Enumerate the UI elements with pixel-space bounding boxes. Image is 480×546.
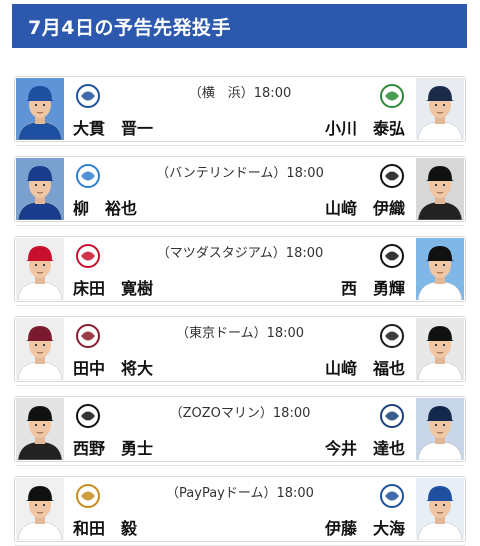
home-pitcher-name[interactable]: 西野 勇士 bbox=[73, 435, 153, 459]
game-card[interactable]: （マツダスタジアム）18:00 床田 寛樹 西 勇輝 bbox=[14, 236, 466, 306]
away-pitcher-name[interactable]: 小川 泰弘 bbox=[325, 115, 405, 139]
away-pitcher-photo bbox=[416, 318, 464, 380]
buffaloes-logo bbox=[377, 323, 407, 349]
lions-logo bbox=[377, 403, 407, 429]
game-card[interactable]: （ZOZOマリン）18:00 西野 勇士 今井 達也 bbox=[14, 396, 466, 466]
home-pitcher-name[interactable]: 田中 将大 bbox=[73, 355, 153, 379]
home-pitcher-name[interactable]: 柳 裕也 bbox=[73, 195, 137, 219]
away-pitcher-photo bbox=[416, 478, 464, 540]
away-pitcher-name[interactable]: 今井 達也 bbox=[325, 435, 405, 459]
away-pitcher-name[interactable]: 伊藤 大海 bbox=[325, 515, 405, 539]
away-pitcher-name[interactable]: 山﨑 福也 bbox=[325, 355, 405, 379]
tigers-logo bbox=[377, 243, 407, 269]
home-pitcher-name[interactable]: 床田 寛樹 bbox=[73, 275, 153, 299]
page-title: 7月4日の予告先発投手 bbox=[12, 4, 467, 48]
game-card[interactable]: （横 浜）18:00 大貫 晋一 小川 泰弘 bbox=[14, 76, 466, 146]
away-pitcher-name[interactable]: 山﨑 伊織 bbox=[325, 195, 405, 219]
away-pitcher-photo bbox=[416, 238, 464, 300]
away-pitcher-photo bbox=[416, 158, 464, 220]
game-card[interactable]: （東京ドーム）18:00 田中 将大 山﨑 福也 bbox=[14, 316, 466, 386]
away-pitcher-photo bbox=[416, 398, 464, 460]
fighters-logo bbox=[377, 483, 407, 509]
home-pitcher-name[interactable]: 大貫 晋一 bbox=[73, 115, 153, 139]
away-pitcher-photo bbox=[416, 78, 464, 140]
giants-logo bbox=[377, 163, 407, 189]
game-card[interactable]: （PayPayドーム）18:00 和田 毅 伊藤 大海 bbox=[14, 476, 466, 546]
home-pitcher-name[interactable]: 和田 毅 bbox=[73, 515, 137, 539]
game-card[interactable]: （バンテリンドーム）18:00 柳 裕也 山﨑 伊織 bbox=[14, 156, 466, 226]
away-pitcher-name[interactable]: 西 勇輝 bbox=[341, 275, 405, 299]
swallows-logo bbox=[377, 83, 407, 109]
